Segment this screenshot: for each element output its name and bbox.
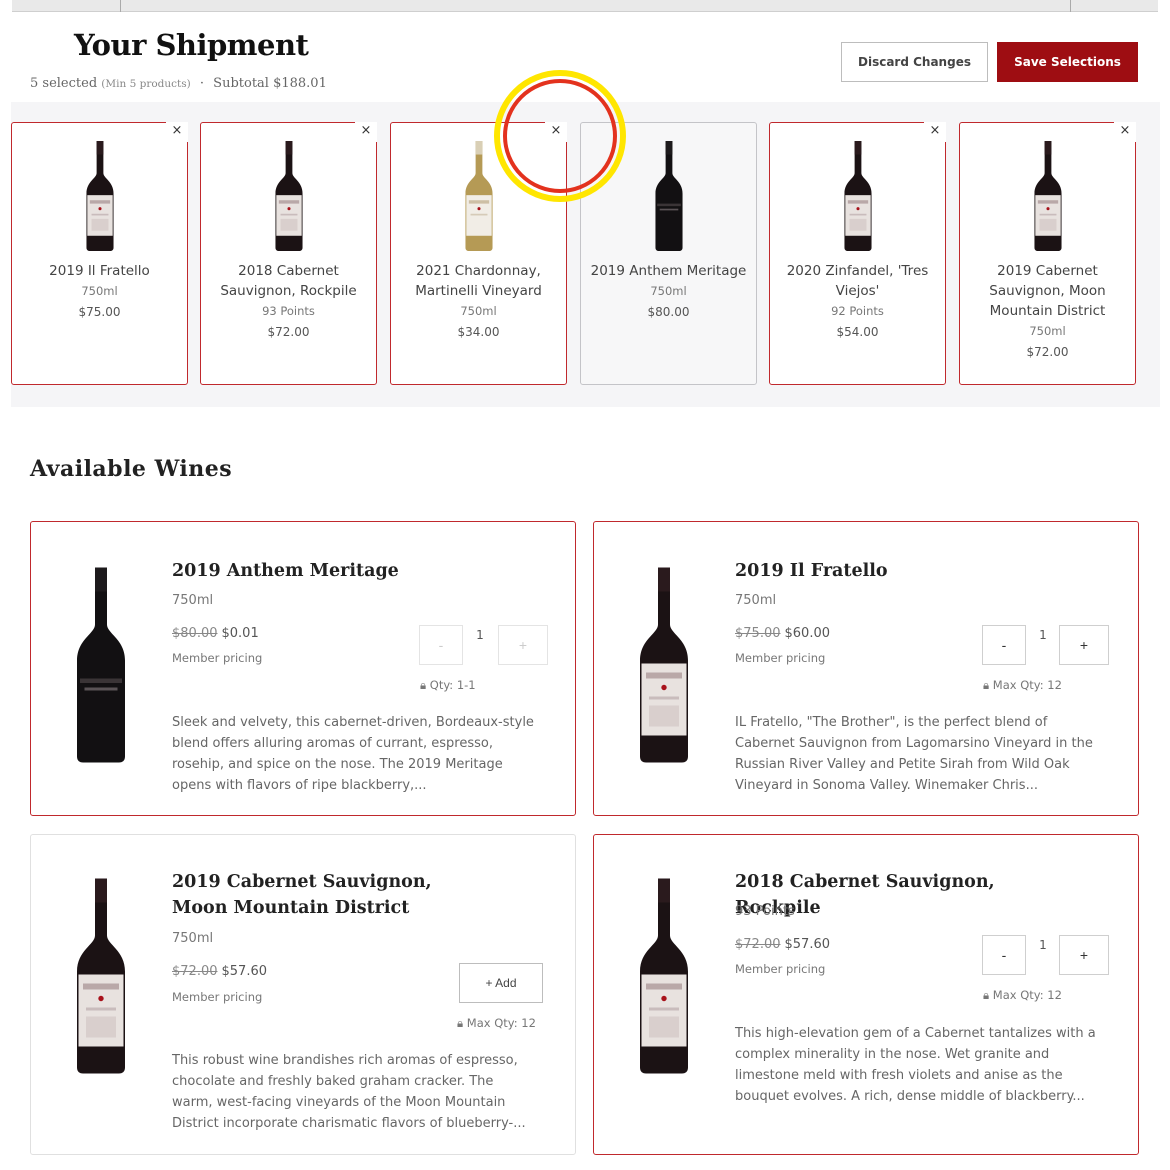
- original-price: $72.00: [735, 937, 781, 952]
- browser-topbar: [12, 0, 1158, 12]
- lock-icon: 🔒︎: [983, 678, 993, 692]
- wine-card-prices: $72.00 $57.60: [172, 964, 267, 979]
- page-title: Your Shipment: [74, 28, 309, 62]
- qty-increase-button[interactable]: +: [1059, 625, 1109, 665]
- lock-icon: 🔒︎: [420, 678, 430, 692]
- member-pricing-label: Member pricing: [172, 651, 263, 665]
- member-price: $60.00: [784, 626, 831, 641]
- discard-changes-button[interactable]: Discard Changes: [841, 42, 988, 82]
- wine-bottle-image: [12, 141, 187, 253]
- remove-item-close-icon[interactable]: ×: [166, 122, 188, 142]
- member-price: $57.60: [221, 964, 268, 979]
- wine-card: 2019 Cabernet Sauvignon, Moon Mountain D…: [30, 834, 576, 1155]
- qty-increase-button[interactable]: +: [498, 625, 548, 665]
- lock-icon: 🔒︎: [457, 1016, 467, 1030]
- shipment-item-meta: 750ml: [81, 284, 118, 298]
- member-price: $0.01: [221, 626, 259, 641]
- shipment-item[interactable]: × 2019 Il Fratello 750ml $75.00: [11, 122, 188, 385]
- shipment-item-price: $80.00: [647, 305, 690, 319]
- add-to-shipment-button[interactable]: + Add: [459, 963, 543, 1003]
- wine-bottle-image: [71, 560, 131, 770]
- shipment-item-name: 2018 Cabernet Sauvignon, Rockpile: [220, 263, 357, 299]
- qty-value: 1: [1039, 628, 1047, 642]
- member-pricing-label: Member pricing: [735, 962, 826, 976]
- wine-card-title: 2019 Anthem Meritage: [172, 561, 399, 581]
- shipment-item-price: $75.00: [78, 305, 121, 319]
- wine-bottle-image: [634, 560, 694, 770]
- shipment-item[interactable]: × 2020 Zinfandel, 'Tres Viejos' 92 Point…: [769, 122, 946, 385]
- shipment-item-price: $54.00: [836, 325, 879, 339]
- remove-item-close-icon[interactable]: ×: [924, 122, 946, 142]
- wine-card-size: 750ml: [172, 593, 214, 608]
- shipment-item-meta: 93 Points: [262, 304, 315, 318]
- wine-card: 2019 Il Fratello 750ml $75.00 $60.00 Memb…: [593, 521, 1139, 816]
- shipment-item-meta: 750ml: [460, 304, 497, 318]
- shipment-item-name: 2019 Il Fratello: [49, 263, 150, 279]
- shipment-item-price: $72.00: [1026, 345, 1069, 359]
- qty-limit: 🔒︎ Max Qty: 12: [983, 678, 1062, 692]
- shipment-item-meta: 750ml: [1029, 324, 1066, 338]
- shipment-item-name: 2021 Chardonnay, Martinelli Vineyard: [415, 263, 542, 299]
- highlight-annotation-circle: [494, 70, 626, 202]
- qty-decrease-button[interactable]: -: [982, 625, 1026, 665]
- selected-count: 5 selected: [30, 76, 98, 91]
- qty-increase-button[interactable]: +: [1059, 935, 1109, 975]
- remove-item-close-icon[interactable]: ×: [1114, 122, 1136, 142]
- wine-bottle-image: [960, 141, 1135, 253]
- shipment-item-name: 2019 Cabernet Sauvignon, Moon Mountain D…: [989, 263, 1106, 319]
- wine-bottle-image: [770, 141, 945, 253]
- shipment-summary: 5 selected (Min 5 products) · Subtotal $…: [30, 76, 327, 91]
- qty-limit: 🔒︎ Max Qty: 12: [457, 1016, 536, 1030]
- wine-card-size: 750ml: [735, 593, 777, 608]
- shipment-item[interactable]: × 2019 Cabernet Sauvignon, Moon Mountain…: [959, 122, 1136, 385]
- wine-bottle-image: [71, 871, 131, 1081]
- wine-bottle-image: [201, 141, 376, 253]
- qty-limit: 🔒︎ Max Qty: 12: [983, 988, 1062, 1002]
- original-price: $72.00: [172, 964, 218, 979]
- member-pricing-label: Member pricing: [735, 651, 826, 665]
- subtotal: Subtotal $188.01: [213, 76, 327, 91]
- wine-card-prices: $72.00 $57.60: [735, 937, 830, 952]
- qty-limit: 🔒︎ Qty: 1-1: [420, 678, 476, 692]
- member-pricing-label: Member pricing: [172, 990, 263, 1004]
- shipment-item-price: $34.00: [457, 325, 500, 339]
- shipment-item[interactable]: × 2018 Cabernet Sauvignon, Rockpile 93 P…: [200, 122, 377, 385]
- save-selections-button[interactable]: Save Selections: [997, 42, 1138, 82]
- available-wines-heading: Available Wines: [30, 456, 233, 482]
- wine-card-points: 93 Points: [735, 904, 795, 919]
- qty-value: 1: [1039, 938, 1047, 952]
- wine-card-title: 2019 Cabernet Sauvignon, Moon Mountain D…: [172, 872, 432, 918]
- wine-bottle-image: [634, 871, 694, 1081]
- wine-card-title: 2019 Il Fratello: [735, 561, 888, 581]
- qty-value: 1: [476, 628, 484, 642]
- shipment-item-price: $72.00: [267, 325, 310, 339]
- shipment-item-meta: 92 Points: [831, 304, 884, 318]
- original-price: $80.00: [172, 626, 218, 641]
- wine-card: 2019 Anthem Meritage 750ml $80.00 $0.01 M…: [30, 521, 576, 816]
- shipment-item-meta: 750ml: [650, 284, 687, 298]
- min-products-note: (Min 5 products): [101, 78, 191, 90]
- wine-card-description: Sleek and velvety, this cabernet-driven,…: [172, 715, 534, 793]
- wine-card-prices: $75.00 $60.00: [735, 626, 830, 641]
- wine-card-prices: $80.00 $0.01: [172, 626, 259, 641]
- qty-decrease-button[interactable]: -: [419, 625, 463, 665]
- wine-card-description: IL Fratello, "The Brother", is the perfe…: [735, 715, 1093, 793]
- original-price: $75.00: [735, 626, 781, 641]
- wine-card: 2018 Cabernet Sauvignon, Rockpile 93 Poi…: [593, 834, 1139, 1155]
- separator: ·: [199, 76, 205, 91]
- lock-icon: 🔒︎: [983, 988, 993, 1002]
- wine-card-description: This high-elevation gem of a Cabernet ta…: [735, 1026, 1096, 1104]
- shipment-item-name: 2019 Anthem Meritage: [590, 263, 747, 279]
- shipment-item-name: 2020 Zinfandel, 'Tres Viejos': [786, 263, 929, 299]
- member-price: $57.60: [784, 937, 831, 952]
- wine-card-size: 750ml: [172, 931, 214, 946]
- qty-decrease-button[interactable]: -: [982, 935, 1026, 975]
- wine-card-description: This robust wine brandishes rich aromas …: [172, 1053, 526, 1131]
- remove-item-close-icon[interactable]: ×: [355, 122, 377, 142]
